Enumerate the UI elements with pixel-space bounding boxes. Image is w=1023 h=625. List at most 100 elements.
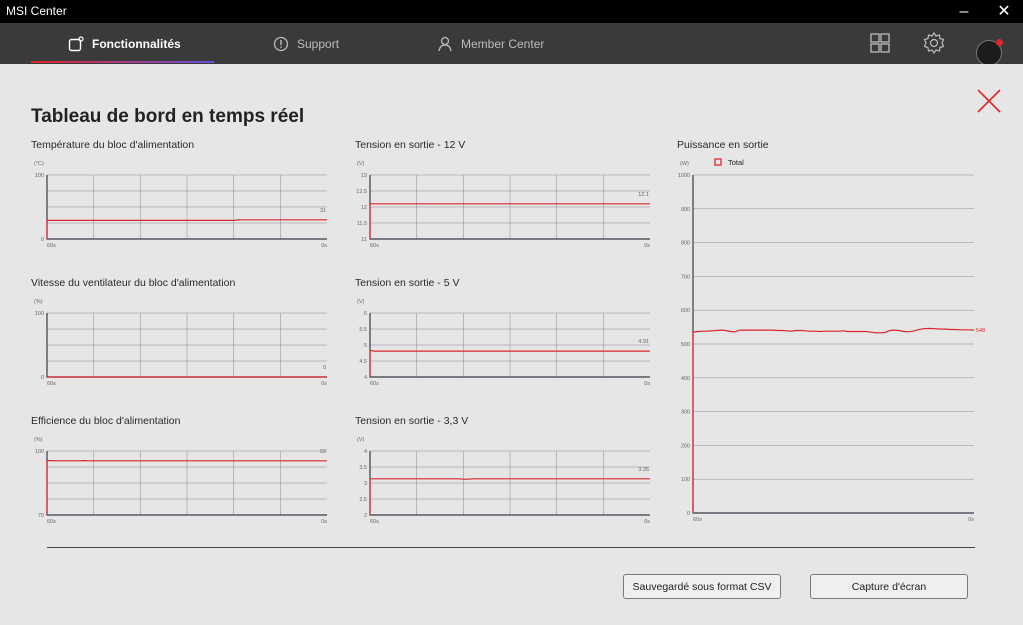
screenshot-button[interactable]: Capture d'écran [810, 574, 968, 599]
current-value-label: 3.35 [638, 467, 649, 473]
axis-unit-label: (V) [357, 437, 365, 443]
y-tick-label: 5 [364, 343, 367, 349]
chart-title-fan-speed: Vitesse du ventilateur du bloc d'aliment… [31, 277, 236, 289]
x-tick-label: 60s [47, 243, 56, 249]
avatar[interactable] [976, 39, 1003, 66]
tab-label: Member Center [461, 36, 545, 51]
y-tick-label: 70 [38, 513, 44, 519]
current-value-label: 4.91 [638, 339, 649, 345]
top-nav: Fonctionnalités Support Member Center [0, 23, 1023, 64]
x-tick-label: 0s [321, 243, 327, 249]
y-tick-label: 500 [681, 342, 690, 348]
chart-title-power: Puissance en sortie [677, 139, 769, 151]
x-tick-label: 0s [968, 517, 974, 523]
page-title: Tableau de bord en temps réel [31, 106, 305, 127]
window-title: MSI Center [6, 4, 67, 18]
axis-unit-label: (°C) [34, 161, 44, 167]
y-tick-label: 4.5 [359, 359, 367, 365]
close-icon[interactable] [976, 88, 1002, 114]
chart-5v: (V) 6 5.5 5 4.5 460s 0s 4.91 [357, 299, 650, 387]
features-icon [68, 35, 84, 51]
y-tick-label: 600 [681, 308, 690, 314]
user-icon [438, 36, 452, 51]
y-tick-label: 100 [35, 449, 44, 455]
chart-fan-speed: (%)100060s 0s0 [34, 299, 327, 387]
current-value-label: 548 [976, 328, 985, 334]
y-tick-label: 400 [681, 376, 690, 382]
chart-efficiency: (%) 100 7060s 0s 93 [34, 437, 327, 525]
y-tick-label: 12 [361, 205, 367, 211]
x-tick-label: 60s [370, 381, 379, 387]
y-tick-label: 0 [687, 511, 690, 517]
x-tick-label: 60s [47, 381, 56, 387]
x-tick-label: 0s [644, 243, 650, 249]
chart-12v: (V) 13 12.5 12 11.5 1160s 0s 12.1 [356, 161, 650, 249]
current-value-label: 0 [323, 365, 326, 371]
save-csv-button[interactable]: Sauvegardé sous format CSV [623, 574, 781, 599]
axis-unit-label: (V) [357, 161, 365, 167]
axis-unit-label: (%) [34, 437, 43, 443]
y-tick-label: 800 [681, 241, 690, 247]
current-value-label: 93 [320, 449, 326, 455]
y-tick-label: 5.5 [359, 327, 367, 333]
y-tick-label: 2 [364, 513, 367, 519]
x-tick-label: 0s [644, 381, 650, 387]
chart-title-12v: Tension en sortie - 12 V [355, 139, 466, 151]
series-line [692, 327, 975, 513]
tab-label: Support [297, 36, 340, 51]
y-tick-label: 900 [681, 207, 690, 213]
axis-unit-label: (W) [680, 161, 689, 167]
x-tick-label: 0s [321, 381, 327, 387]
minimize-button[interactable]: – [946, 0, 982, 23]
chart-3v3: (V) 4 3.5 3 2.5 260s 0s 3.35 [357, 437, 650, 525]
y-tick-label: 13 [361, 173, 367, 179]
y-tick-label: 0 [41, 375, 44, 381]
divider [47, 547, 975, 548]
tab-label: Fonctionnalités [92, 36, 181, 51]
y-tick-label: 100 [35, 311, 44, 317]
y-tick-label: 12.5 [356, 189, 367, 195]
y-tick-label: 1000 [678, 173, 690, 179]
tab-member-center[interactable]: Member Center [437, 23, 544, 64]
x-tick-label: 60s [370, 243, 379, 249]
current-value-label: 31 [320, 208, 326, 214]
y-tick-label: 2.5 [359, 497, 367, 503]
y-tick-label: 3 [364, 481, 367, 487]
x-tick-label: 0s [321, 519, 327, 525]
legend-label: Total [728, 158, 744, 167]
y-tick-label: 100 [681, 477, 690, 483]
grid-icon[interactable] [868, 31, 894, 57]
x-tick-label: 0s [644, 519, 650, 525]
chart-title-psu-temperature: Température du bloc d'alimentation [31, 139, 195, 151]
chart-title-efficiency: Efficience du bloc d'alimentation [31, 415, 181, 427]
x-tick-label: 60s [47, 519, 56, 525]
y-tick-label: 4 [364, 449, 367, 455]
chart-power: (W)1000900800700600500400300200100060s 0s… [678, 158, 985, 523]
chart-title-3v3: Tension en sortie - 3,3 V [355, 415, 469, 427]
title-bar: MSI Center – ✕ [0, 0, 1023, 23]
axis-unit-label: (%) [34, 299, 43, 305]
axis-unit-label: (V) [357, 299, 365, 305]
close-window-button[interactable]: ✕ [986, 0, 1022, 23]
y-tick-label: 11.5 [357, 221, 367, 227]
y-tick-label: 3.5 [359, 465, 367, 471]
tab-fonctionnalites[interactable]: Fonctionnalités [68, 23, 181, 64]
y-tick-label: 0 [41, 237, 44, 243]
y-tick-label: 200 [681, 443, 690, 449]
y-tick-label: 100 [35, 173, 44, 179]
y-tick-label: 6 [364, 311, 367, 317]
chart-title-5v: Tension en sortie - 5 V [355, 277, 460, 289]
settings-icon[interactable] [922, 31, 948, 57]
y-tick-label: 300 [681, 410, 690, 416]
active-tab-indicator [31, 61, 214, 63]
y-tick-label: 11 [361, 237, 367, 243]
chart-psu-temperature: (°C) 100 060s 0s 31 [34, 161, 327, 249]
x-tick-label: 60s [693, 517, 702, 523]
tab-support[interactable]: Support [273, 23, 339, 64]
current-value-label: 12.1 [638, 192, 649, 198]
support-icon [273, 36, 289, 51]
x-tick-label: 60s [370, 519, 379, 525]
legend-swatch [714, 158, 722, 166]
y-tick-label: 700 [681, 274, 690, 280]
y-tick-label: 4 [364, 375, 367, 381]
